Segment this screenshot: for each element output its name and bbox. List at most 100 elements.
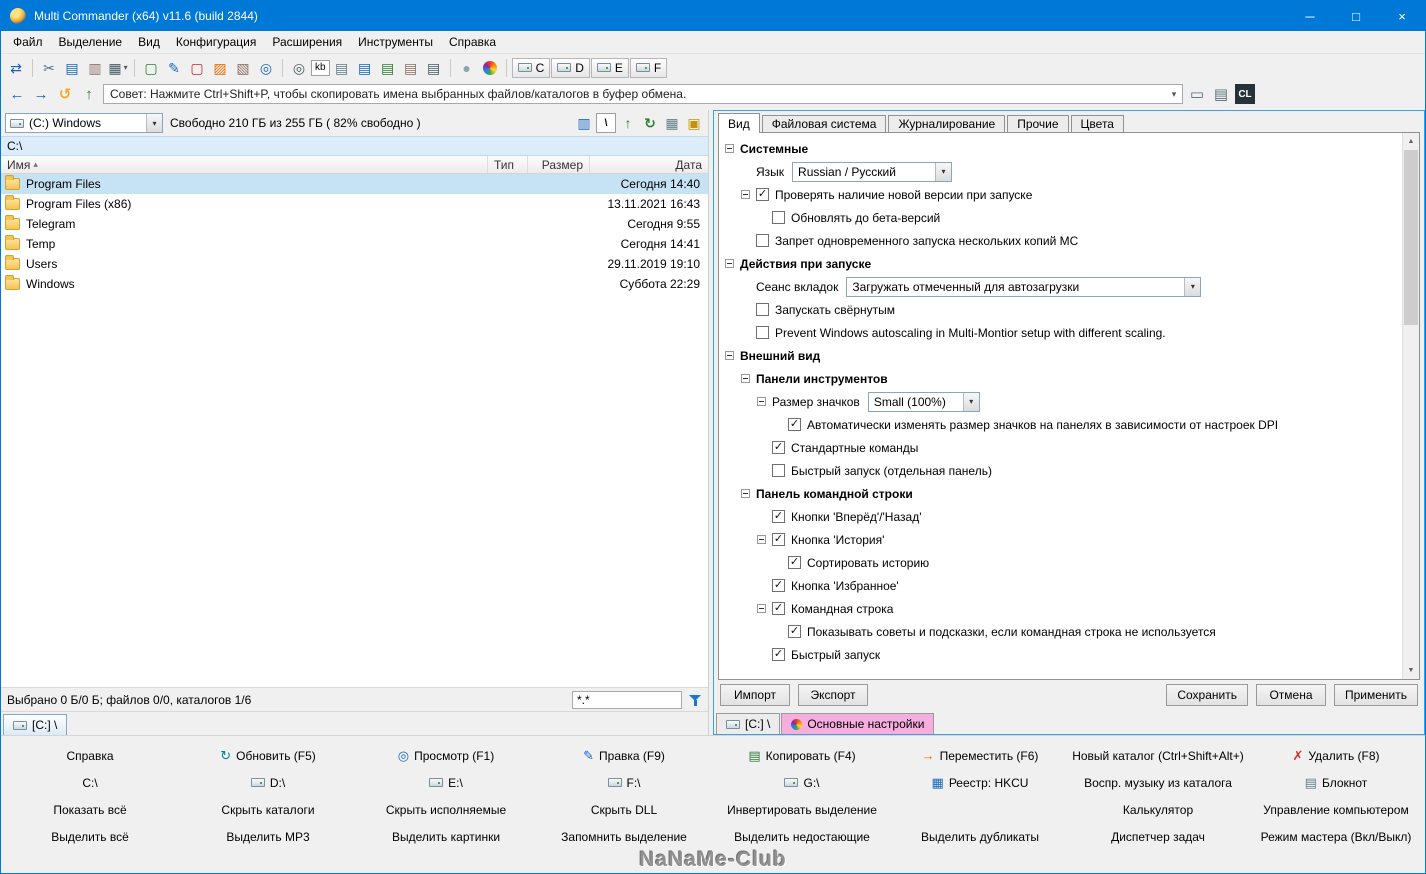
function-button[interactable]: ▦ Реестр: HKCU (891, 769, 1069, 796)
function-button[interactable]: Скрыть исполняемые (357, 796, 535, 823)
scrollbar-track[interactable] (1403, 150, 1419, 662)
tab-drive-c[interactable]: [C:] \ (716, 713, 781, 734)
checkbox[interactable] (772, 464, 785, 477)
function-button[interactable]: Новый каталог (Ctrl+Shift+Alt+) (1069, 742, 1247, 769)
checkbox[interactable]: ✓ (772, 441, 785, 454)
icon-size-dropdown[interactable]: Small (100%) ▾ (867, 391, 980, 412)
command-line-chip[interactable]: CL (1235, 84, 1255, 104)
color-wheel-icon[interactable] (479, 57, 501, 79)
function-button[interactable]: Воспр. музыку из каталога (1069, 769, 1247, 796)
drive-c-button[interactable]: C (511, 57, 551, 78)
function-button[interactable]: Выделить MP3 (179, 823, 357, 850)
function-button[interactable]: Выделить всё (1, 823, 179, 850)
tree-collapse-icon[interactable] (725, 259, 740, 268)
function-button[interactable]: C:\ (1, 769, 179, 796)
function-button[interactable]: F:\ (535, 769, 713, 796)
cancel-button[interactable]: Отмена (1255, 684, 1326, 706)
keyboard-chip[interactable]: kb (311, 59, 330, 76)
current-path[interactable]: C:\ (1, 136, 708, 156)
function-button[interactable]: Показать всё (1, 796, 179, 823)
close-button[interactable]: × (1379, 1, 1425, 31)
tip-input[interactable] (104, 87, 1166, 101)
favorites-icon[interactable]: ▣ (684, 113, 704, 133)
scrollbar-thumb[interactable] (1404, 150, 1418, 325)
log-window-icon[interactable]: ▤ (1211, 84, 1231, 104)
function-button[interactable]: Скрыть DLL (535, 796, 713, 823)
export-button[interactable]: Экспорт (798, 684, 868, 706)
menu-view[interactable]: Вид (130, 32, 168, 52)
filter-input[interactable] (572, 690, 682, 709)
checkbox[interactable]: ✓ (772, 533, 785, 546)
function-button[interactable]: Управление компьютером (1247, 796, 1425, 823)
drive-e-button[interactable]: E (590, 57, 629, 78)
paste-icon[interactable]: ▥ (84, 57, 106, 79)
compare-icon[interactable]: ▤ (400, 57, 422, 79)
function-button[interactable]: ▤ Копировать (F4) (713, 742, 891, 769)
function-button[interactable]: → Переместить (F6) (891, 742, 1069, 769)
function-button[interactable]: D:\ (179, 769, 357, 796)
search-icon[interactable]: ◎ (288, 57, 310, 79)
refresh-icon[interactable]: ⇄ (5, 57, 27, 79)
checkbox[interactable] (756, 234, 769, 247)
pack-icon[interactable]: ▨ (209, 57, 231, 79)
tree-collapse-icon[interactable] (757, 397, 772, 406)
tree-collapse-icon[interactable] (741, 489, 756, 498)
display-settings-icon[interactable]: ▭ (1187, 84, 1207, 104)
checkbox[interactable]: ✓ (772, 602, 785, 615)
parent-folder-icon[interactable]: ↑ (618, 113, 638, 133)
copy-icon[interactable]: ▤ (61, 57, 83, 79)
function-button[interactable]: ◎ Просмотр (F1) (357, 742, 535, 769)
language-dropdown[interactable]: Russian / Русский ▾ (792, 161, 953, 182)
tree-collapse-icon[interactable] (757, 535, 772, 544)
function-button[interactable]: E:\ (357, 769, 535, 796)
menu-file[interactable]: Файл (5, 32, 51, 52)
function-button[interactable]: Выделить дубликаты (891, 823, 1069, 850)
drive-f-button[interactable]: F (629, 57, 668, 78)
find-in-files-icon[interactable]: ◎ (255, 57, 277, 79)
function-button[interactable]: ✗ Удалить (F8) (1247, 742, 1425, 769)
copy-path-icon[interactable]: ▥ (574, 113, 594, 133)
root-button[interactable]: \ (596, 113, 616, 133)
maximize-button[interactable]: □ (1333, 1, 1379, 31)
settings-scrollbar[interactable]: ▲ ▼ (1402, 133, 1419, 679)
scroll-down-icon[interactable]: ▼ (1403, 662, 1419, 679)
apply-button[interactable]: Применить (1333, 684, 1418, 706)
report-icon[interactable]: ▤ (354, 57, 376, 79)
minimize-button[interactable]: ─ (1287, 1, 1333, 31)
parent-folder-icon[interactable]: ↑ (79, 84, 99, 104)
function-button[interactable]: ↻ Обновить (F5) (179, 742, 357, 769)
function-button[interactable]: ▤ Блокнот (1247, 769, 1425, 796)
checksum-icon[interactable]: ▤ (377, 57, 399, 79)
unpack-icon[interactable]: ▧ (232, 57, 254, 79)
checkbox[interactable]: ✓ (788, 418, 801, 431)
file-row[interactable]: Windows Суббота 22:29 (1, 274, 708, 294)
tab-drive-c[interactable]: [C:] \ (3, 714, 68, 735)
function-button[interactable]: Выделить недостающие (713, 823, 891, 850)
function-button[interactable]: Калькулятор (1069, 796, 1247, 823)
back-icon[interactable]: ← (7, 84, 27, 104)
tree-collapse-icon[interactable] (741, 374, 756, 383)
function-button[interactable]: Инвертировать выделение (713, 796, 891, 823)
checkbox[interactable] (756, 326, 769, 339)
file-row[interactable]: Users 29.11.2019 19:10 (1, 254, 708, 274)
menu-help[interactable]: Справка (441, 32, 504, 52)
checkbox[interactable] (756, 303, 769, 316)
function-button[interactable]: G:\ (713, 769, 891, 796)
function-button[interactable]: Справка (1, 742, 179, 769)
forward-icon[interactable]: → (31, 84, 51, 104)
tree-collapse-icon[interactable] (757, 604, 772, 613)
function-button[interactable]: Запомнить выделение (535, 823, 713, 850)
tab-file-system[interactable]: Файловая система (761, 115, 887, 132)
function-button[interactable]: Скрыть каталоги (179, 796, 357, 823)
tab-view[interactable]: Вид (718, 113, 760, 133)
script-icon[interactable]: ▤ (423, 57, 445, 79)
drive-selector[interactable]: (C:) Windows ▾ (5, 113, 163, 133)
edit-file-icon[interactable]: ✎ (163, 57, 185, 79)
tab-other[interactable]: Прочие (1007, 115, 1069, 132)
tab-logging[interactable]: Журналирование (888, 115, 1006, 132)
checkbox[interactable]: ✓ (772, 648, 785, 661)
import-button[interactable]: Импорт (720, 684, 790, 706)
checkbox[interactable]: ✓ (788, 625, 801, 638)
file-row[interactable]: Telegram Сегодня 9:55 (1, 214, 708, 234)
checkbox[interactable]: ✓ (772, 510, 785, 523)
